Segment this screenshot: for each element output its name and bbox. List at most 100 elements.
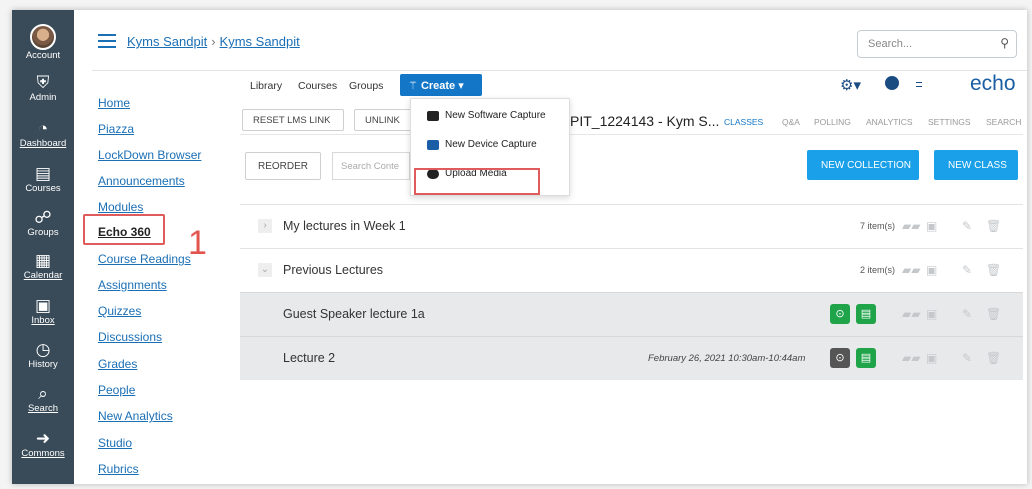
menu-icon[interactable]: [916, 82, 922, 87]
breadcrumb-separator: ›: [211, 34, 216, 49]
item-count: 7 item(s): [859, 221, 895, 231]
global-nav-dashboard[interactable]: ◔ Dashboard: [12, 119, 74, 150]
chevron-right-icon[interactable]: ›: [258, 219, 272, 233]
course-nav-assignments[interactable]: Assignments: [98, 278, 167, 292]
course-nav-announcements[interactable]: Announcements: [98, 174, 185, 188]
dashboard-icon: ◔: [37, 119, 49, 138]
global-nav-inbox[interactable]: ▣ Inbox: [12, 296, 74, 327]
global-nav: Account ⛨ Admin ◔ Dashboard ▤ Courses ☍ …: [12, 10, 74, 484]
breadcrumb-link[interactable]: Kyms Sandpit: [127, 34, 207, 49]
global-nav-courses[interactable]: ▤ Courses: [12, 165, 74, 195]
trash-icon[interactable]: 🗑: [986, 219, 1001, 233]
history-icon: ◷: [35, 340, 51, 359]
tab-polling[interactable]: POLLING: [814, 117, 851, 127]
menu-item-new-device-capture[interactable]: New Device Capture: [411, 132, 569, 160]
software-capture-icon: [427, 111, 439, 121]
gear-icon[interactable]: ⚙▾: [840, 76, 861, 94]
trash-icon[interactable]: 🗑: [986, 351, 1001, 365]
tab-qa[interactable]: Q&A: [782, 117, 800, 127]
search-content-input[interactable]: Search Conte: [332, 152, 410, 180]
course-nav-grades[interactable]: Grades: [98, 357, 137, 371]
list-item[interactable]: Lecture 2 February 26, 2021 10:30am-10:4…: [240, 336, 1023, 380]
global-nav-label: History: [28, 359, 58, 370]
pencil-icon[interactable]: ✎: [962, 307, 972, 321]
new-class-button[interactable]: NEW CLASS: [934, 150, 1018, 180]
trash-icon[interactable]: 🗑: [986, 263, 1001, 277]
highlight-box-upload-media: [414, 168, 540, 195]
global-nav-search[interactable]: ⌕ Search: [12, 384, 74, 415]
highlight-box-echo360: [83, 214, 165, 245]
new-collection-button[interactable]: NEW COLLECTION: [807, 150, 919, 180]
square-icon: ▣: [926, 263, 938, 277]
course-nav-piazza[interactable]: Piazza: [98, 122, 134, 136]
play-icon[interactable]: ⊙: [830, 304, 850, 324]
global-nav-commons[interactable]: ➜ Commons: [12, 430, 74, 460]
search-input[interactable]: Search... ⚲: [857, 30, 1017, 58]
row-title: My lectures in Week 1: [283, 219, 406, 233]
course-nav-modules[interactable]: Modules: [98, 200, 143, 214]
divider: [92, 70, 1027, 71]
menu-item-new-software-capture[interactable]: New Software Capture: [411, 103, 569, 131]
browser-frame: Account ⛨ Admin ◔ Dashboard ▤ Courses ☍ …: [12, 10, 1027, 484]
library-link[interactable]: Library: [250, 80, 282, 92]
search-placeholder: Search...: [868, 38, 913, 50]
global-nav-account[interactable]: Account: [12, 24, 74, 61]
row-title: Lecture 2: [283, 351, 336, 365]
chat-icon: ▰▰: [902, 307, 921, 321]
global-nav-label: Dashboard: [19, 138, 67, 149]
search-icon[interactable]: ⚲: [1000, 36, 1009, 50]
groups-link[interactable]: Groups: [349, 80, 383, 92]
trash-icon[interactable]: 🗑: [986, 307, 1001, 321]
list-item[interactable]: ⌄ Previous Lectures 2 item(s) ▰▰ ▣ ✎ 🗑: [240, 248, 1023, 292]
tab-analytics[interactable]: ANALYTICS: [866, 117, 913, 127]
course-nav-home[interactable]: Home: [98, 96, 130, 110]
unlink-button[interactable]: UNLINK: [354, 109, 416, 131]
reset-lms-link-button[interactable]: RESET LMS LINK: [242, 109, 344, 131]
global-nav-history[interactable]: ◷ History: [12, 340, 74, 371]
search-icon: ⌕: [38, 384, 48, 403]
breadcrumb: Kyms Sandpit › Kyms Sandpit: [127, 34, 300, 49]
course-nav-lockdown-browser[interactable]: LockDown Browser: [98, 148, 201, 162]
chevron-down-icon[interactable]: ⌄: [258, 263, 272, 277]
list-item[interactable]: Guest Speaker lecture 1a ⊙ ▤ ▰▰ ▣ ✎ 🗑: [240, 292, 1023, 336]
square-icon: ▣: [926, 219, 938, 233]
pencil-icon[interactable]: ✎: [962, 351, 972, 365]
global-nav-label: Groups: [27, 227, 59, 238]
breadcrumb-link[interactable]: Kyms Sandpit: [220, 34, 300, 49]
course-nav-course-readings[interactable]: Course Readings: [98, 252, 191, 266]
reorder-button[interactable]: REORDER: [245, 152, 322, 180]
courses-link[interactable]: Courses: [298, 80, 337, 92]
tab-classes[interactable]: CLASSES: [724, 117, 763, 127]
course-nav-new-analytics[interactable]: New Analytics: [98, 409, 173, 423]
avatar: [30, 24, 56, 50]
presentation-icon[interactable]: ▤: [856, 348, 876, 368]
create-button[interactable]: ⚚ Create ▾: [400, 74, 482, 96]
list-item[interactable]: › My lectures in Week 1 7 item(s) ▰▰ ▣ ✎…: [240, 204, 1023, 248]
presentation-icon[interactable]: ▤: [856, 304, 876, 324]
global-nav-calendar[interactable]: ▦ Calendar: [12, 251, 74, 282]
tab-search[interactable]: SEARCH: [986, 117, 1021, 127]
row-title: Previous Lectures: [283, 263, 384, 277]
global-nav-label: Inbox: [31, 315, 55, 326]
course-nav-discussions[interactable]: Discussions: [98, 330, 162, 344]
calendar-icon: ▦: [34, 251, 52, 270]
global-nav-admin[interactable]: ⛨ Admin: [12, 74, 74, 104]
inbox-icon: ▣: [34, 296, 52, 315]
item-count: 2 item(s): [859, 265, 895, 275]
square-icon: ▣: [926, 307, 938, 321]
pencil-icon[interactable]: ✎: [962, 219, 972, 233]
hamburger-menu-icon[interactable]: [98, 34, 116, 52]
groups-icon: ☍: [34, 208, 52, 227]
pencil-icon[interactable]: ✎: [962, 263, 972, 277]
play-icon[interactable]: ⊙: [830, 348, 850, 368]
chat-icon: ▰▰: [902, 219, 921, 233]
course-nav-studio[interactable]: Studio: [98, 436, 132, 450]
user-icon[interactable]: [885, 76, 899, 90]
wand-icon: ⚚: [408, 80, 418, 92]
course-nav-rubrics[interactable]: Rubrics: [98, 462, 139, 476]
tab-settings[interactable]: SETTINGS: [928, 117, 971, 127]
global-nav-groups[interactable]: ☍ Groups: [12, 208, 74, 239]
course-nav-people[interactable]: People: [98, 383, 135, 397]
global-nav-label: Admin: [29, 92, 57, 103]
course-nav-quizzes[interactable]: Quizzes: [98, 304, 141, 318]
